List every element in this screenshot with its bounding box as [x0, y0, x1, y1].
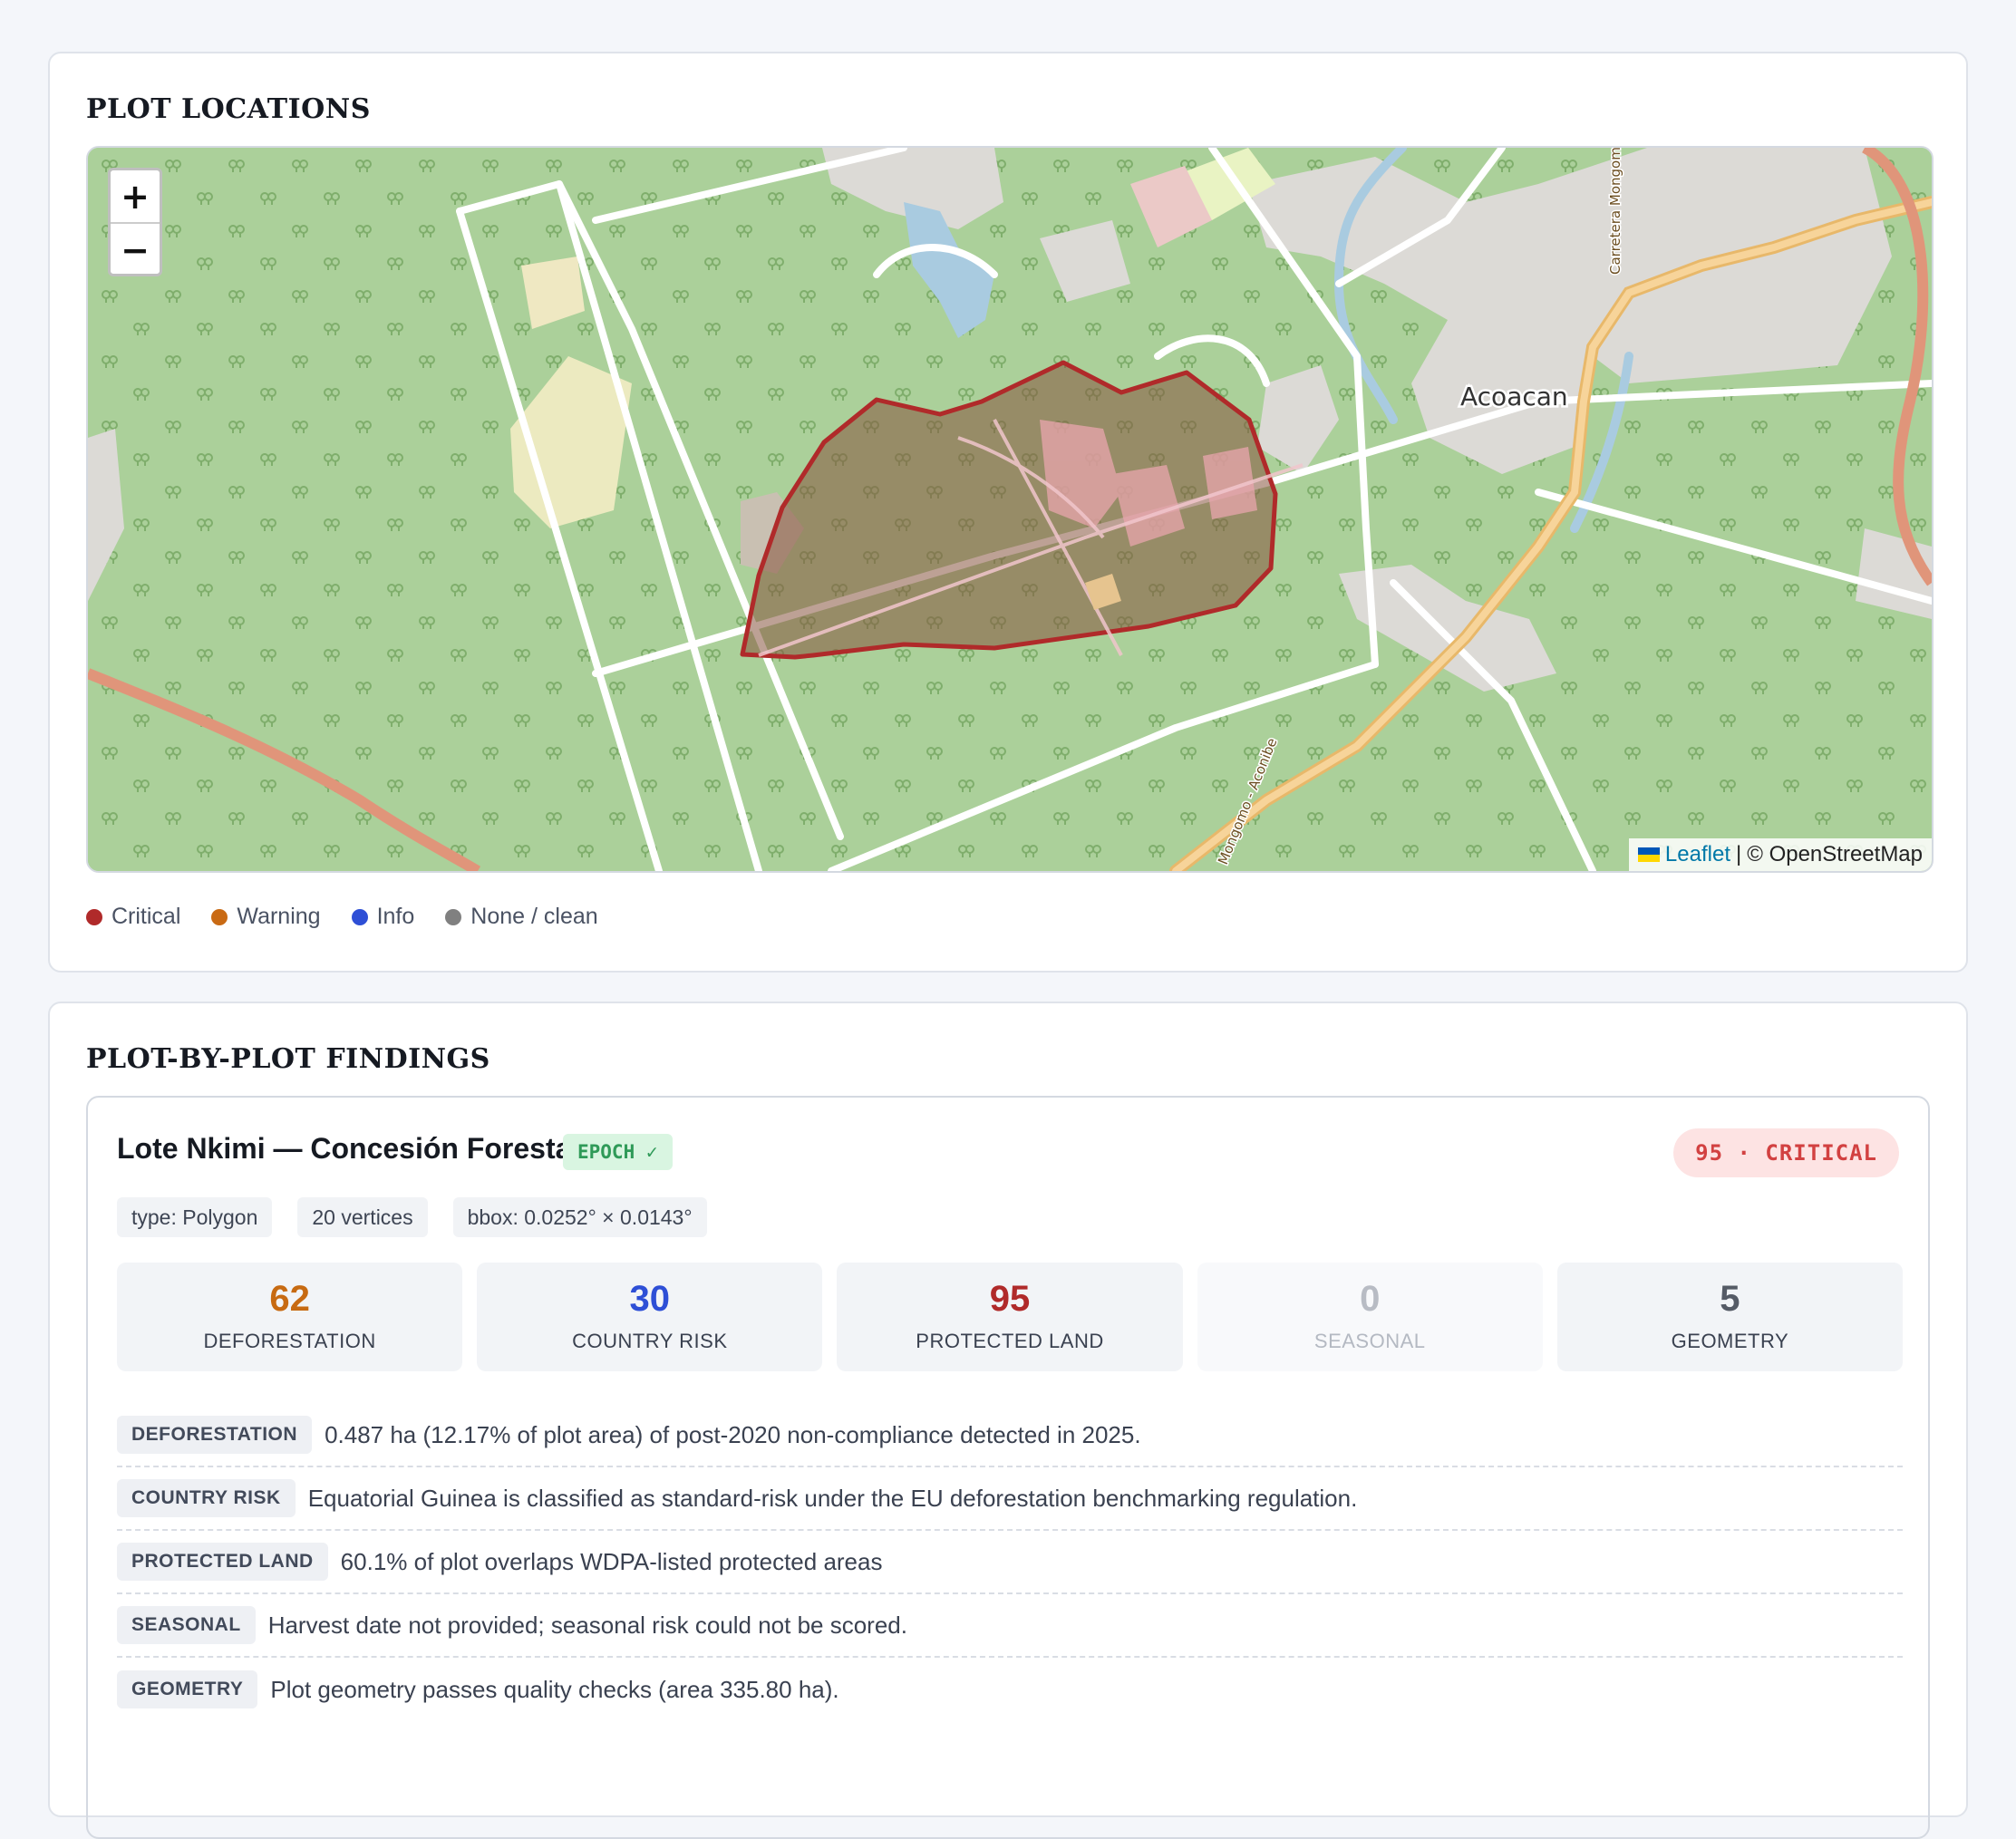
score-protected-land: 95 PROTECTED LAND — [837, 1263, 1183, 1371]
finding-row: COUNTRY RISK Equatorial Guinea is classi… — [117, 1467, 1903, 1531]
bbox-tag: bbox: 0.0252° × 0.0143° — [452, 1197, 707, 1237]
zoom-control: + − — [108, 168, 162, 276]
legend-info: Info — [351, 904, 415, 930]
epoch-badge: EPOCH ✓ — [563, 1134, 673, 1170]
score-label: DEFORESTATION — [203, 1330, 376, 1352]
map-attribution: Leaflet | © OpenStreetMap — [1628, 838, 1932, 871]
leaflet-link[interactable]: Leaflet — [1665, 842, 1730, 867]
legend-none: None / clean — [445, 904, 598, 930]
severity-badge: 95 · CRITICAL — [1673, 1128, 1899, 1177]
plot-name: Lote Nkimi — Concesión Forestal — [117, 1132, 580, 1165]
finding-text: Plot geometry passes quality checks (are… — [270, 1675, 839, 1703]
osm-attribution[interactable]: © OpenStreetMap — [1747, 842, 1923, 867]
legend-critical: Critical — [86, 904, 180, 930]
map-tiles: Acoacan Carretera Mongomo - Aconibe Mong… — [88, 148, 1932, 871]
score-country-risk: 30 COUNTRY RISK — [477, 1263, 823, 1371]
none-dot-icon — [445, 908, 462, 925]
attribution-separator: | — [1735, 842, 1742, 866]
score-label: SEASONAL — [1313, 1330, 1426, 1352]
place-label: Acoacan — [1460, 382, 1568, 411]
critical-dot-icon — [86, 908, 102, 925]
score-label: COUNTRY RISK — [572, 1330, 728, 1352]
score-value: 5 — [1720, 1279, 1740, 1319]
score-seasonal: 0 SEASONAL — [1197, 1263, 1543, 1371]
finding-row: DEFORESTATION 0.487 ha (12.17% of plot a… — [117, 1404, 1903, 1467]
score-value: 95 — [989, 1279, 1031, 1319]
zoom-out-button[interactable]: − — [111, 222, 160, 276]
finding-row: GEOMETRY Plot geometry passes quality ch… — [117, 1658, 1903, 1721]
score-label: PROTECTED LAND — [916, 1330, 1104, 1352]
legend-label: Critical — [111, 904, 181, 929]
plot-tags: type: Polygon 20 vertices bbox: 0.0252° … — [117, 1197, 707, 1237]
score-value: 62 — [269, 1279, 310, 1319]
finding-tag: GEOMETRY — [117, 1670, 258, 1708]
finding-text: 0.487 ha (12.17% of plot area) of post-2… — [325, 1420, 1141, 1448]
score-value: 0 — [1360, 1279, 1381, 1319]
legend-warning: Warning — [211, 904, 321, 930]
legend-label: Warning — [237, 904, 321, 929]
finding-tag: DEFORESTATION — [117, 1416, 313, 1454]
score-geometry: 5 GEOMETRY — [1556, 1263, 1904, 1371]
finding-tag: PROTECTED LAND — [117, 1543, 328, 1581]
score-value: 30 — [629, 1279, 671, 1319]
legend-label: None / clean — [470, 904, 598, 929]
plot-locations-heading: PLOT LOCATIONS — [86, 93, 371, 125]
ukraine-flag-icon — [1637, 847, 1660, 862]
info-dot-icon — [351, 908, 368, 925]
vertex-count-tag: 20 vertices — [297, 1197, 428, 1237]
warning-dot-icon — [211, 908, 228, 925]
plot-findings-heading: PLOT-BY-PLOT FINDINGS — [86, 1043, 490, 1075]
plot-locations-card: PLOT LOCATIONS Acoacan Carretera Mongomo… — [48, 52, 1968, 973]
zoom-in-button[interactable]: + — [111, 170, 160, 222]
map-legend: Critical Warning Info None / clean — [86, 904, 598, 930]
map-view[interactable]: Acoacan Carretera Mongomo - Aconibe Mong… — [86, 146, 1934, 873]
plot-findings-card: PLOT-BY-PLOT FINDINGS Lote Nkimi — Conce… — [48, 1002, 1968, 1839]
findings-list: DEFORESTATION 0.487 ha (12.17% of plot a… — [117, 1404, 1903, 1721]
geometry-type-tag: type: Polygon — [117, 1197, 273, 1237]
score-deforestation: 62 DEFORESTATION — [117, 1263, 463, 1371]
finding-text: 60.1% of plot overlaps WDPA-listed prote… — [340, 1547, 883, 1575]
score-grid: 62 DEFORESTATION 30 COUNTRY RISK 95 PROT… — [117, 1263, 1904, 1371]
finding-row: SEASONAL Harvest date not provided; seas… — [117, 1594, 1903, 1658]
finding-tag: SEASONAL — [117, 1606, 256, 1644]
finding-tag: COUNTRY RISK — [117, 1479, 296, 1517]
finding-row: PROTECTED LAND 60.1% of plot overlaps WD… — [117, 1531, 1903, 1594]
legend-label: Info — [376, 904, 415, 929]
score-label: GEOMETRY — [1671, 1330, 1789, 1352]
finding-text: Equatorial Guinea is classified as stand… — [307, 1484, 1358, 1512]
plot-card: Lote Nkimi — Concesión Forestal EPOCH ✓ … — [86, 1096, 1930, 1839]
finding-text: Harvest date not provided; seasonal risk… — [267, 1611, 907, 1639]
road-label-top: Carretera Mongomo - Aconibe — [1607, 148, 1623, 275]
